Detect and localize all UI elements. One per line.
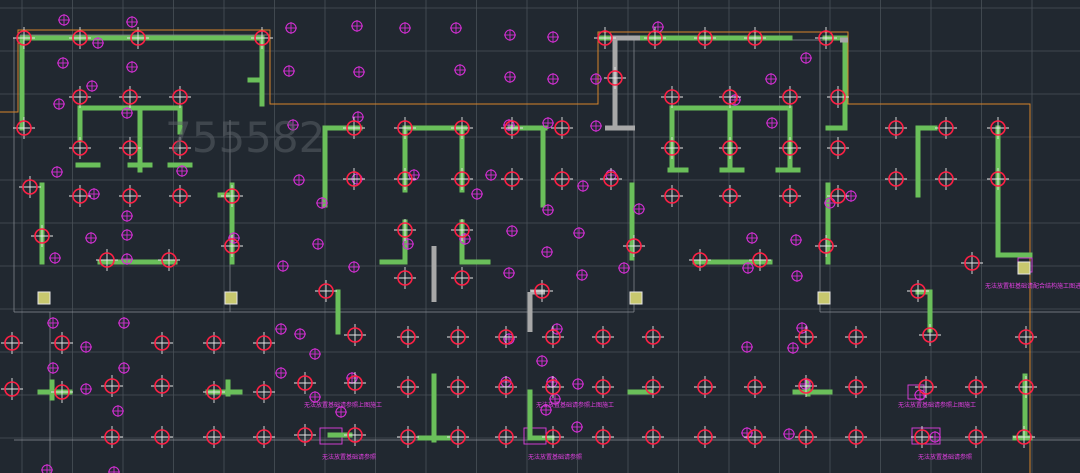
- watermark-text: 755582: [165, 113, 325, 162]
- annotation-left-note-2[interactable]: 无法放置基础请参照: [322, 453, 376, 461]
- column-square-marker[interactable]: [817, 291, 831, 305]
- annotation-mid-note-2[interactable]: 无法放置基础请参照: [528, 453, 582, 461]
- annotation-right-note-3[interactable]: 无法放置基础请参照: [918, 453, 972, 461]
- column-square-marker[interactable]: [629, 291, 643, 305]
- annotation-left-note-1[interactable]: 无法放置基础请参照上图施工: [304, 401, 382, 409]
- cad-drawing-canvas[interactable]: 755582 无法放置桩基础请配合结构施工图进行施工布置 无法放置基础请参照上图…: [0, 0, 1080, 473]
- annotation-mid-note-1[interactable]: 无法放置基础请参照上图施工: [536, 401, 614, 409]
- annotation-right-note[interactable]: 无法放置桩基础请配合结构施工图进行施工布置: [985, 282, 1080, 290]
- column-square-marker[interactable]: [1017, 261, 1031, 275]
- annotation-right-note-2[interactable]: 无法放置基础请参照上图施工: [898, 401, 976, 409]
- column-square-marker[interactable]: [37, 291, 51, 305]
- column-square-marker[interactable]: [224, 291, 238, 305]
